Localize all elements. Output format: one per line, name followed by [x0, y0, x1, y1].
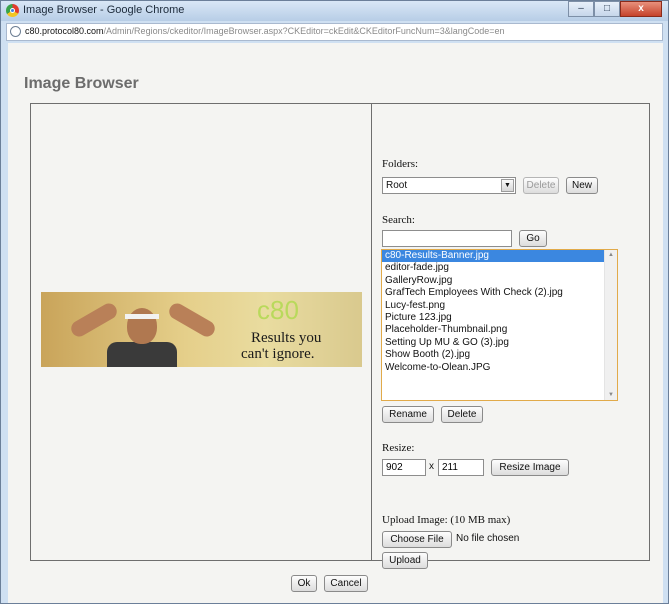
- browser-window: Image Browser - Google Chrome – □ x c80.…: [0, 0, 669, 604]
- scroll-up-icon[interactable]: ▲: [608, 252, 614, 258]
- banner-figure-arm: [68, 300, 120, 340]
- list-item[interactable]: Lucy-fest.png: [382, 300, 617, 312]
- resize-image-button[interactable]: Resize Image: [491, 459, 569, 476]
- folder-select-value: Root: [386, 180, 408, 191]
- window-controls: – □ x: [568, 1, 662, 17]
- list-item[interactable]: Welcome-to-Olean.JPG: [382, 362, 617, 374]
- url-text[interactable]: c80.protocol80.com/Admin/Regions/ckedito…: [25, 26, 655, 36]
- file-list-scrollbar[interactable]: ▲ ▼: [604, 250, 617, 400]
- search-label: Search:: [382, 214, 415, 226]
- ok-button[interactable]: Ok: [291, 575, 317, 592]
- file-status-text: No file chosen: [456, 533, 520, 544]
- close-button[interactable]: x: [620, 1, 662, 17]
- list-item[interactable]: Show Booth (2).jpg: [382, 349, 617, 361]
- new-folder-button[interactable]: New: [566, 177, 598, 194]
- chevron-down-icon[interactable]: ▼: [501, 179, 514, 192]
- resize-height-input[interactable]: [438, 459, 484, 476]
- resize-width-input[interactable]: [382, 459, 426, 476]
- resize-separator: x: [429, 461, 434, 472]
- folder-select[interactable]: Root ▼: [382, 177, 516, 194]
- list-item[interactable]: Setting Up MU & GO (3).jpg: [382, 337, 617, 349]
- choose-file-button[interactable]: Choose File: [382, 531, 452, 548]
- page-content: Image Browser c80 Results you can't igno…: [8, 43, 663, 603]
- address-bar[interactable]: c80.protocol80.com/Admin/Regions/ckedito…: [6, 23, 663, 41]
- file-list[interactable]: c80-Results-Banner.jpg editor-fade.jpg G…: [381, 249, 618, 401]
- banner-logo: c80: [257, 295, 299, 325]
- minimize-button[interactable]: –: [568, 1, 594, 17]
- dialog-title: Image Browser: [24, 75, 139, 92]
- upload-label: Upload Image: (10 MB max): [382, 514, 511, 526]
- upload-button[interactable]: Upload: [382, 552, 428, 569]
- cancel-button[interactable]: Cancel: [324, 575, 368, 592]
- window-title: Image Browser - Google Chrome: [23, 4, 185, 16]
- list-item[interactable]: GrafTech Employees With Check (2).jpg: [382, 287, 617, 299]
- delete-folder-button[interactable]: Delete: [523, 177, 559, 194]
- folders-label: Folders:: [382, 158, 419, 170]
- maximize-button[interactable]: □: [594, 1, 620, 17]
- rename-button[interactable]: Rename: [382, 406, 434, 423]
- image-browser-panel: c80 Results you can't ignore. Folders: R…: [30, 103, 650, 569]
- banner-figure-headband: [125, 314, 159, 319]
- list-item[interactable]: Picture 123.jpg: [382, 312, 617, 324]
- chrome-icon: [6, 4, 19, 17]
- url-path: /Admin/Regions/ckeditor/ImageBrowser.asp…: [103, 26, 505, 36]
- search-go-button[interactable]: Go: [519, 230, 547, 247]
- list-item[interactable]: c80-Results-Banner.jpg: [382, 250, 605, 263]
- resize-label: Resize:: [382, 442, 415, 454]
- image-preview: c80 Results you can't ignore.: [41, 292, 362, 367]
- list-item[interactable]: editor-fade.jpg: [382, 262, 617, 274]
- search-input[interactable]: [382, 230, 512, 247]
- title-bar: Image Browser - Google Chrome – □ x: [1, 1, 668, 21]
- list-item[interactable]: GalleryRow.jpg: [382, 275, 617, 287]
- scroll-down-icon[interactable]: ▼: [608, 392, 614, 398]
- banner-figure-arm: [166, 300, 218, 340]
- banner-figure-body: [107, 342, 177, 367]
- list-item[interactable]: Placeholder-Thumbnail.png: [382, 324, 617, 336]
- page-info-icon[interactable]: [10, 26, 21, 37]
- dialog-footer: Ok Cancel: [8, 575, 663, 595]
- banner-tagline-2: can't ignore.: [241, 346, 315, 362]
- delete-file-button[interactable]: Delete: [441, 406, 483, 423]
- panel-divider: [371, 104, 372, 560]
- url-host: c80.protocol80.com: [25, 26, 104, 36]
- banner-tagline-1: Results you: [251, 330, 322, 346]
